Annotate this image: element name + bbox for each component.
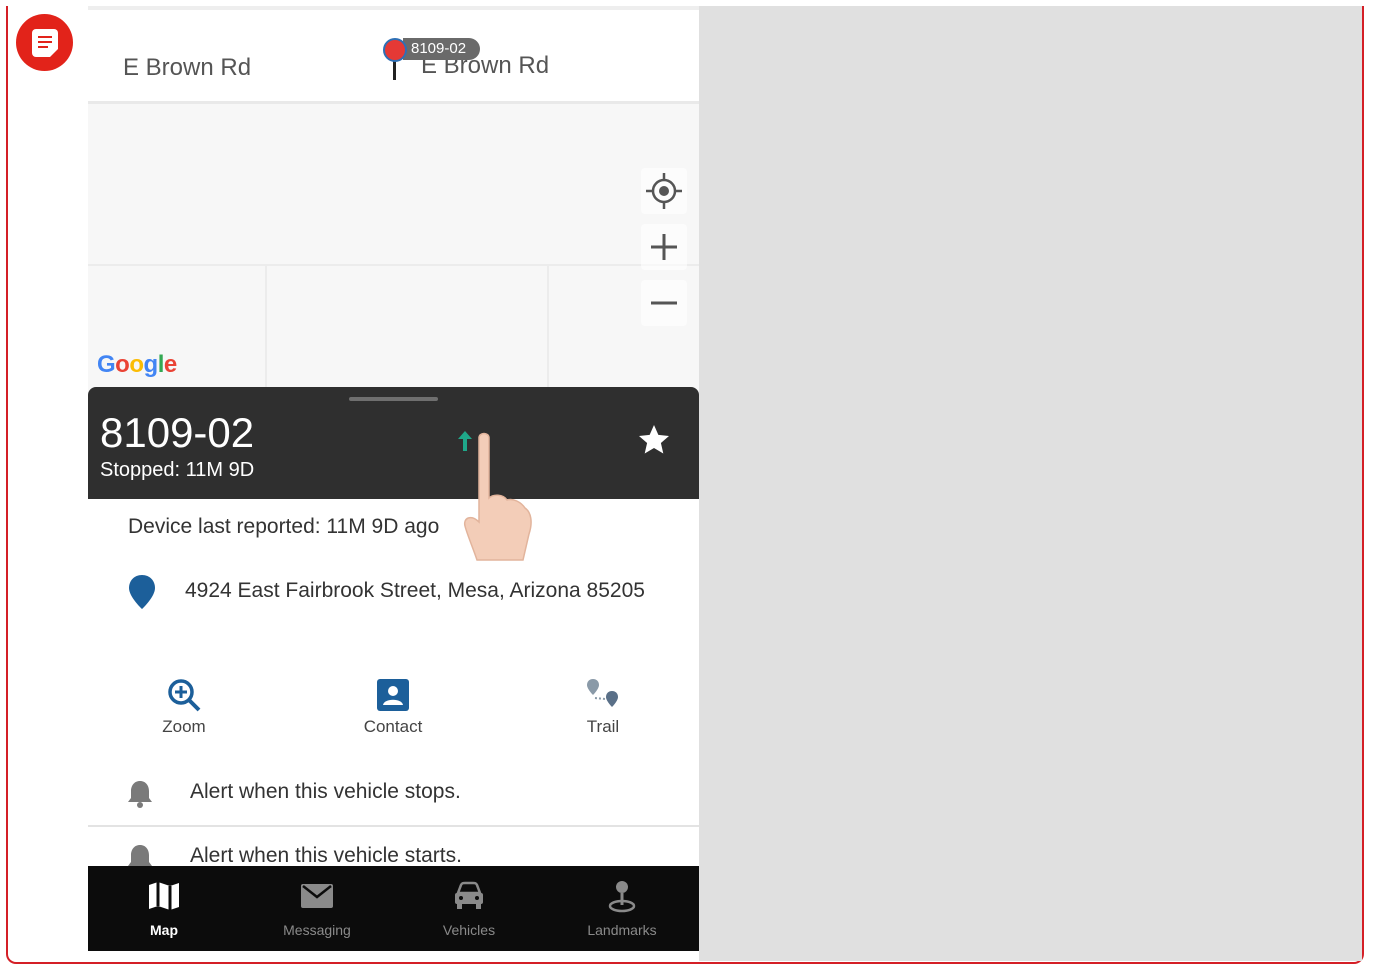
envelope-icon: [257, 876, 377, 916]
phone-screen: Google E Brown Rd E Brown Rd 8109-02 810…: [88, 6, 699, 951]
contact-action-button[interactable]: Contact: [333, 677, 453, 737]
vehicle-marker-label[interactable]: 8109-02: [403, 38, 481, 60]
alert-stop-row[interactable]: Alert when this vehicle stops.: [88, 763, 699, 827]
tab-vehicles[interactable]: Vehicles: [409, 876, 529, 938]
vehicle-name: 8109-02: [100, 409, 255, 456]
favorite-star-icon[interactable]: [636, 422, 672, 468]
trail-action-label: Trail: [586, 717, 620, 736]
car-icon: [409, 876, 529, 916]
action-row: Zoom Contact Trail: [88, 661, 699, 765]
vehicle-status: Stopped: 11M 9D: [100, 459, 255, 481]
vehicle-info: Device last reported: 11M 9D ago 4924 Ea…: [88, 499, 699, 663]
tab-landmarks[interactable]: Landmarks: [562, 876, 682, 938]
map-road-line: [265, 264, 267, 394]
tab-messaging-label: Messaging: [283, 922, 351, 938]
contact-card-icon: [333, 677, 453, 713]
zoom-in-magnifier-icon: [124, 677, 244, 713]
tap-gesture-hand-icon: [463, 432, 532, 561]
map-road-line: [547, 264, 549, 394]
map-view[interactable]: Google: [88, 104, 699, 394]
road-label: E Brown Rd: [123, 54, 252, 81]
vehicle-sheet-header[interactable]: 8109-02 Stopped: 11M 9D: [88, 387, 699, 499]
tab-messaging[interactable]: Messaging: [257, 876, 377, 938]
map-icon: [104, 876, 224, 916]
bottom-tab-bar: Map Messaging Vehicles Landmarks: [88, 866, 699, 951]
contact-action-label: Contact: [363, 717, 423, 736]
note-icon[interactable]: [16, 14, 73, 71]
my-location-icon[interactable]: [641, 168, 687, 214]
trail-icon: [543, 677, 663, 713]
tab-map-label: Map: [150, 922, 178, 938]
zoom-in-icon[interactable]: [641, 224, 687, 270]
zoom-action-button[interactable]: Zoom: [124, 677, 244, 737]
drag-handle[interactable]: [349, 397, 438, 401]
map-road-line: [88, 264, 699, 266]
tab-vehicles-label: Vehicles: [442, 922, 496, 938]
zoom-out-icon[interactable]: [641, 280, 687, 326]
last-reported-text: Device last reported: 11M 9D ago: [128, 515, 440, 538]
bell-icon: [126, 779, 154, 814]
empty-panel: [699, 6, 1362, 961]
zoom-action-label: Zoom: [162, 717, 206, 736]
location-pin-icon: [128, 575, 156, 614]
trail-action-button[interactable]: Trail: [543, 677, 663, 737]
landmark-pin-icon: [562, 876, 682, 916]
map-road-strip: E Brown Rd E Brown Rd 8109-02: [88, 6, 699, 104]
vehicle-address: 4924 East Fairbrook Street, Mesa, Arizon…: [185, 579, 645, 602]
alert-start-label: Alert when this vehicle starts.: [190, 844, 462, 867]
alert-stop-label: Alert when this vehicle stops.: [190, 780, 461, 803]
google-logo: Google: [97, 351, 177, 378]
vehicle-marker-icon[interactable]: [383, 38, 407, 62]
tab-map[interactable]: Map: [104, 876, 224, 938]
tab-landmarks-label: Landmarks: [587, 922, 657, 938]
